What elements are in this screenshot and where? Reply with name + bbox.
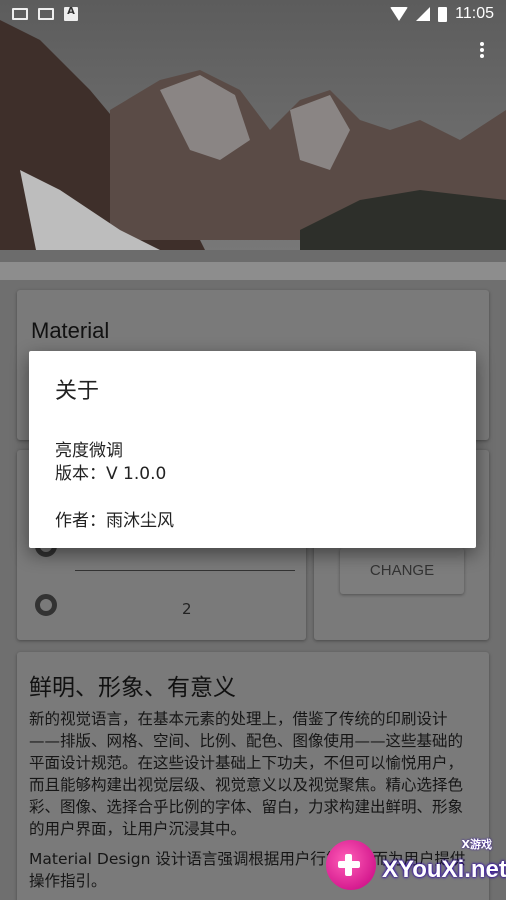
gamepad-icon	[326, 840, 376, 890]
settings-icon-secondary	[35, 594, 57, 616]
header-image	[0, 0, 506, 280]
dialog-author: 作者：雨沐尘风	[55, 511, 174, 531]
change-button[interactable]: CHANGE	[340, 548, 464, 594]
status-bar: A 11:05	[0, 0, 506, 28]
a-notification-icon: A	[64, 7, 78, 21]
mountain-landscape-image	[0, 0, 506, 280]
image-notification-icon	[12, 8, 28, 20]
watermark-logo: X游戏 XYouXi.net	[326, 836, 506, 892]
about-dialog: 关于 亮度微调 版本：V 1.0.0 作者：雨沐尘风	[29, 351, 476, 548]
battery-icon	[438, 6, 448, 22]
dialog-version: 版本：V 1.0.0	[55, 464, 167, 484]
app-notification-icon	[38, 8, 54, 20]
article-title: 鲜明、形象、有意义	[29, 675, 236, 701]
watermark-small-text: X游戏	[461, 838, 492, 851]
material-card-title: Material	[31, 318, 110, 343]
dialog-app-name: 亮度微调	[55, 441, 123, 461]
watermark-text: XYouXi.net	[382, 856, 506, 883]
status-time: 11:05	[455, 5, 494, 22]
slider-value: 2	[182, 600, 192, 618]
wifi-icon	[390, 7, 409, 21]
brightness-slider[interactable]	[75, 570, 295, 571]
overflow-menu-icon[interactable]	[472, 40, 492, 60]
signal-icon	[416, 7, 431, 21]
dialog-title: 关于	[55, 379, 100, 404]
article-paragraph-1: 新的视觉语言，在基本元素的处理上，借鉴了传统的印刷设计——排版、网格、空间、比例…	[29, 710, 464, 838]
